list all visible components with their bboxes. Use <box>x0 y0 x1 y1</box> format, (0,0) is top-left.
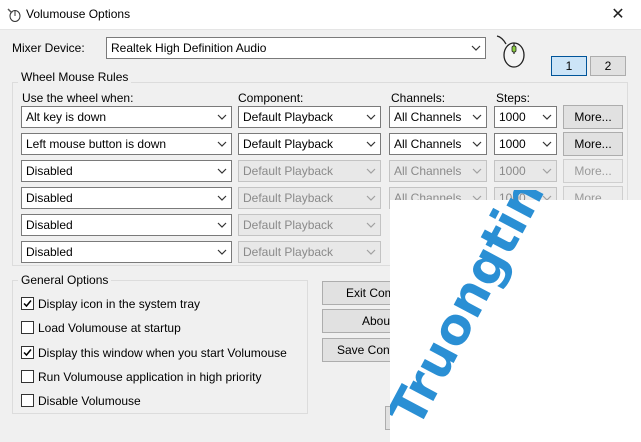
chevron-down-icon <box>472 113 482 121</box>
option-system-tray-label: Display icon in the system tray <box>38 297 201 311</box>
rule-1-steps-value: 1000 <box>499 110 526 124</box>
rule-4-use-value: Disabled <box>26 191 73 205</box>
option-startup-checkbox[interactable] <box>21 321 34 334</box>
chevron-down-icon <box>217 194 227 202</box>
rule-3-channels-value: All Channels <box>394 164 462 178</box>
rule-1-use-value: Alt key is down <box>26 110 107 124</box>
option-system-tray-checkbox[interactable] <box>21 297 34 310</box>
chevron-down-icon <box>542 140 552 148</box>
chevron-down-icon <box>472 140 482 148</box>
close-button[interactable]: ✕ <box>595 0 641 30</box>
rule-5-use-select[interactable]: Disabled <box>21 214 232 236</box>
header-component: Component: <box>238 91 304 105</box>
checkmark-icon <box>23 349 32 357</box>
chevron-down-icon <box>217 140 227 148</box>
rule-5-use-value: Disabled <box>26 218 73 232</box>
rule-2-steps-value: 1000 <box>499 137 526 151</box>
rule-6-use-select[interactable]: Disabled <box>21 241 232 263</box>
rule-1-use-select[interactable]: Alt key is down <box>21 106 232 128</box>
header-use-wheel: Use the wheel when: <box>22 91 134 105</box>
rule-1-steps-select[interactable]: 1000 <box>494 106 557 128</box>
chevron-down-icon <box>217 221 227 229</box>
header-steps: Steps: <box>496 91 531 105</box>
watermark-text: Truongtin.top <box>390 190 609 436</box>
rule-4-use-select[interactable]: Disabled <box>21 187 232 209</box>
rule-3-use-select[interactable]: Disabled <box>21 160 232 182</box>
rule-3-steps-select[interactable]: 1000 <box>494 160 557 182</box>
watermark: Truongtin.top <box>390 190 609 436</box>
chevron-down-icon <box>471 44 481 52</box>
chevron-down-icon <box>366 167 376 175</box>
rule-3-component-value: Default Playback <box>243 164 334 178</box>
option-disable-label: Disable Volumouse <box>38 394 141 408</box>
rule-2-use-select[interactable]: Left mouse button is down <box>21 133 232 155</box>
rule-2-steps-select[interactable]: 1000 <box>494 133 557 155</box>
mixer-tab-1[interactable]: 1 <box>551 56 587 76</box>
rule-1-component-select[interactable]: Default Playback <box>238 106 381 128</box>
rule-4-component-value: Default Playback <box>243 191 334 205</box>
wheel-mouse-rules-legend: Wheel Mouse Rules <box>18 70 132 84</box>
chevron-down-icon <box>366 248 376 256</box>
header-channels: Channels: <box>391 91 446 105</box>
option-startup-label: Load Volumouse at startup <box>38 321 181 335</box>
rule-6-component-value: Default Playback <box>243 245 334 259</box>
chevron-down-icon <box>542 113 552 121</box>
rule-2-component-select[interactable]: Default Playback <box>238 133 381 155</box>
window-title: Volumouse Options <box>26 7 131 21</box>
chevron-down-icon <box>366 194 376 202</box>
volumouse-app-icon <box>6 6 22 22</box>
option-disable-checkbox[interactable] <box>21 394 34 407</box>
rule-2-channels-value: All Channels <box>394 137 462 151</box>
chevron-down-icon <box>366 113 376 121</box>
rule-1-more-button[interactable]: More... <box>563 105 623 129</box>
option-high-priority-label: Run Volumouse application in high priori… <box>38 370 262 384</box>
option-show-window-checkbox[interactable] <box>21 346 34 359</box>
option-high-priority-checkbox[interactable] <box>21 370 34 383</box>
rule-3-component-select[interactable]: Default Playback <box>238 160 381 182</box>
rule-4-component-select[interactable]: Default Playback <box>238 187 381 209</box>
rule-3-channels-select[interactable]: All Channels <box>389 160 487 182</box>
mixer-device-value: Realtek High Definition Audio <box>111 41 267 55</box>
rule-1-channels-select[interactable]: All Channels <box>389 106 487 128</box>
chevron-down-icon <box>217 113 227 121</box>
mixer-tab-2[interactable]: 2 <box>590 56 626 76</box>
chevron-down-icon <box>217 248 227 256</box>
title-bar: Volumouse Options ✕ <box>0 0 641 30</box>
option-show-window-label: Display this window when you start Volum… <box>38 346 287 360</box>
chevron-down-icon <box>542 167 552 175</box>
rule-1-channels-value: All Channels <box>394 110 462 124</box>
rule-2-more-button[interactable]: More... <box>563 132 623 156</box>
mixer-device-label: Mixer Device: <box>12 41 85 55</box>
chevron-down-icon <box>472 167 482 175</box>
rule-2-component-value: Default Playback <box>243 137 334 151</box>
close-icon: ✕ <box>611 6 625 23</box>
rule-2-use-value: Left mouse button is down <box>26 137 167 151</box>
chevron-down-icon <box>217 167 227 175</box>
chevron-down-icon <box>366 140 376 148</box>
general-options-legend: General Options <box>18 273 112 287</box>
rule-3-steps-value: 1000 <box>499 164 526 178</box>
rule-2-channels-select[interactable]: All Channels <box>389 133 487 155</box>
rule-3-more-button[interactable]: More... <box>563 159 623 183</box>
rule-6-use-value: Disabled <box>26 245 73 259</box>
chevron-down-icon <box>366 221 376 229</box>
mixer-device-select[interactable]: Realtek High Definition Audio <box>106 37 486 59</box>
rule-1-component-value: Default Playback <box>243 110 334 124</box>
rule-5-component-select[interactable]: Default Playback <box>238 214 381 236</box>
rule-5-component-value: Default Playback <box>243 218 334 232</box>
rule-6-component-select[interactable]: Default Playback <box>238 241 381 263</box>
checkmark-icon <box>23 300 32 308</box>
rule-3-use-value: Disabled <box>26 164 73 178</box>
mouse-icon <box>494 33 528 69</box>
